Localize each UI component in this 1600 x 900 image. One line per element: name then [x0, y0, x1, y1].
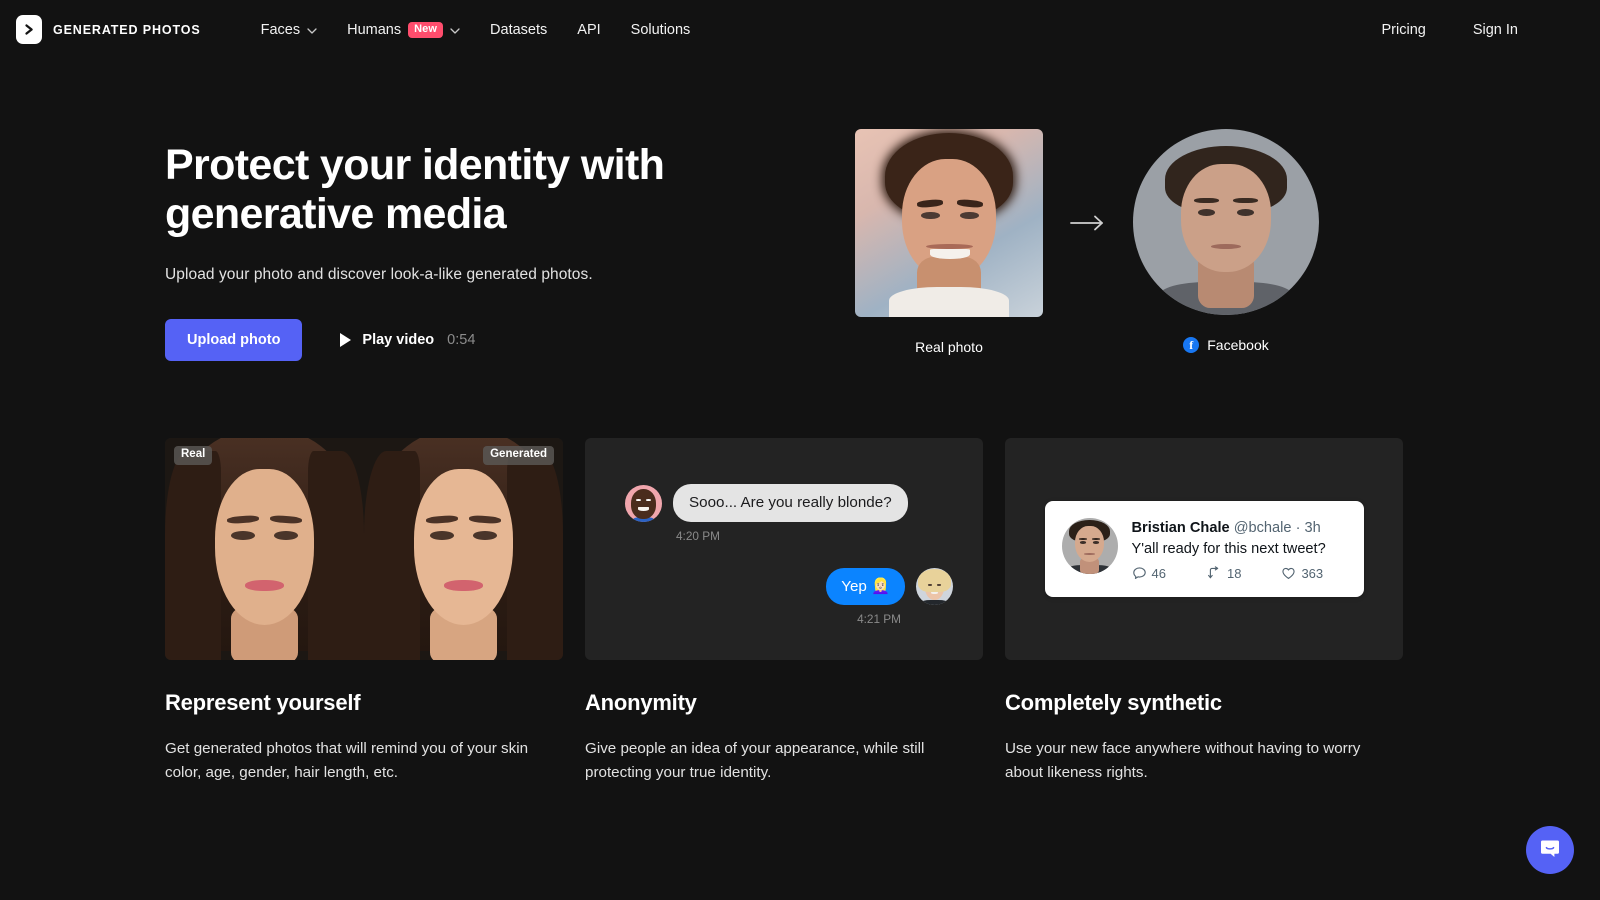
play-video-button[interactable]: Play video 0:54	[340, 332, 475, 348]
avatar	[916, 568, 953, 606]
tweet-author-handle: @bchale	[1233, 520, 1292, 537]
hero-copy: Protect your identity with generative me…	[165, 129, 845, 362]
generated-photo-caption-label: Facebook	[1207, 337, 1269, 353]
heart-icon	[1281, 566, 1296, 581]
chevron-right-logo-icon	[16, 15, 42, 44]
hero-subtitle: Upload your photo and discover look-a-li…	[165, 266, 593, 284]
nav-item-api[interactable]: API	[577, 22, 600, 38]
play-video-label: Play video	[362, 332, 435, 349]
brand-logo[interactable]: GENERATED PHOTOS	[16, 15, 201, 44]
nav-label-datasets: Datasets	[490, 21, 548, 38]
nav-item-solutions[interactable]: Solutions	[631, 22, 691, 38]
chat-bubble-incoming: Sooo... Are you really blonde?	[667, 484, 908, 523]
tweet-header: Bristian Chale @bchale · 3h	[1132, 519, 1348, 537]
tag-generated: Generated	[483, 446, 554, 465]
feature-card-completely-synthetic: Bristian Chale @bchale · 3h Y'all ready …	[1005, 438, 1403, 785]
page-title: Protect your identity with generative me…	[165, 141, 665, 239]
nav-item-pricing[interactable]: Pricing	[1382, 22, 1426, 38]
nav-label-sign-in: Sign In	[1472, 21, 1518, 38]
generated-photo-caption: f Facebook	[1183, 337, 1269, 353]
intercom-chat-icon	[1538, 836, 1562, 865]
upload-photo-button[interactable]: Upload photo	[165, 319, 303, 362]
generated-photo-image	[1133, 129, 1319, 315]
tweet-like-count: 363	[1301, 565, 1324, 581]
before-photo-group: Real photo	[855, 129, 1043, 355]
feature-title: Represent yourself	[165, 690, 361, 716]
feature-cards: Real Generated Represent yourself Get ge…	[0, 361, 1600, 785]
chat-bubble-outgoing: Yep 👱🏻‍♀️	[826, 568, 911, 606]
real-photo-caption: Real photo	[915, 339, 983, 355]
tweet-reply-count: 46	[1151, 565, 1166, 581]
nav-label-api: API	[577, 21, 601, 38]
intercom-chat-button[interactable]	[1526, 826, 1574, 874]
real-face-half: Real	[165, 438, 364, 661]
nav-label-humans: Humans	[347, 21, 402, 38]
facebook-icon: f	[1183, 337, 1200, 353]
avatar	[625, 485, 662, 523]
nav-label-pricing: Pricing	[1381, 21, 1426, 38]
feature-body: Get generated photos that will remind yo…	[165, 740, 529, 781]
real-photo-image	[855, 129, 1043, 317]
secondary-nav: Pricing Sign In	[1382, 22, 1582, 38]
tag-real: Real	[174, 446, 213, 465]
arrow-right-icon	[1043, 129, 1133, 317]
real-photo-caption-label: Real photo	[915, 339, 983, 355]
tweet-media: Bristian Chale @bchale · 3h Y'all ready …	[1005, 438, 1403, 661]
tweet-retweet-stat[interactable]: 18	[1206, 566, 1241, 581]
tweet-separator: ·	[1295, 520, 1301, 537]
chat-message-incoming: Sooo... Are you really blonde?	[625, 484, 953, 523]
tweet-reply-stat[interactable]: 46	[1132, 566, 1166, 581]
after-photo-group: f Facebook	[1133, 129, 1319, 353]
feature-body: Give people an idea of your appearance, …	[585, 740, 925, 781]
tweet-like-stat[interactable]: 363	[1281, 566, 1323, 581]
retweet-icon	[1206, 565, 1222, 581]
tweet-author-name: Bristian Chale	[1131, 520, 1230, 537]
chevron-down-icon	[307, 22, 317, 38]
play-video-duration: 0:54	[447, 332, 476, 349]
nav-item-humans[interactable]: Humans New	[347, 21, 460, 38]
nav-label-solutions: Solutions	[630, 21, 691, 38]
nav-label-faces: Faces	[260, 21, 301, 38]
top-navbar: GENERATED PHOTOS Faces Humans New Datase…	[0, 0, 1600, 59]
tweet-card: Bristian Chale @bchale · 3h Y'all ready …	[1044, 501, 1364, 597]
hero-actions: Upload photo Play video 0:54	[165, 319, 845, 362]
tweet-stats: 46 18 363	[1132, 566, 1348, 581]
feature-title: Anonymity	[585, 690, 697, 716]
new-badge: New	[408, 21, 444, 38]
chat-media: Sooo... Are you really blonde? 4:20 PM Y…	[585, 438, 983, 661]
chat-timestamp-incoming: 4:20 PM	[676, 529, 720, 544]
avatar	[1061, 518, 1118, 575]
tweet-text: Y'all ready for this next tweet?	[1131, 540, 1326, 557]
feature-title: Completely synthetic	[1005, 690, 1222, 716]
tweet-retweet-count: 18	[1226, 565, 1242, 581]
chat-timestamp-outgoing: 4:21 PM	[857, 612, 901, 627]
feature-body: Use your new face anywhere without havin…	[1005, 740, 1361, 781]
generated-face-half: Generated	[364, 438, 563, 661]
brand-name: GENERATED PHOTOS	[53, 22, 201, 37]
nav-item-datasets[interactable]: Datasets	[490, 22, 547, 38]
reply-icon	[1132, 566, 1147, 581]
hero-transformation: Real photo f Facebook	[855, 129, 1319, 361]
play-triangle-icon	[340, 333, 352, 348]
chevron-down-icon	[450, 22, 460, 38]
feature-card-anonymity: Sooo... Are you really blonde? 4:20 PM Y…	[585, 438, 983, 785]
primary-nav: Faces Humans New Datasets API Solutions	[261, 21, 691, 38]
nav-item-sign-in[interactable]: Sign In	[1473, 22, 1518, 38]
tweet-time: 3h	[1304, 520, 1321, 537]
chat-message-outgoing: Yep 👱🏻‍♀️	[625, 568, 953, 606]
feature-card-represent-yourself: Real Generated Represent yourself Get ge…	[165, 438, 563, 785]
hero-section: Protect your identity with generative me…	[0, 59, 1600, 362]
nav-item-faces[interactable]: Faces	[261, 22, 318, 38]
comparison-media: Real Generated	[165, 438, 563, 661]
